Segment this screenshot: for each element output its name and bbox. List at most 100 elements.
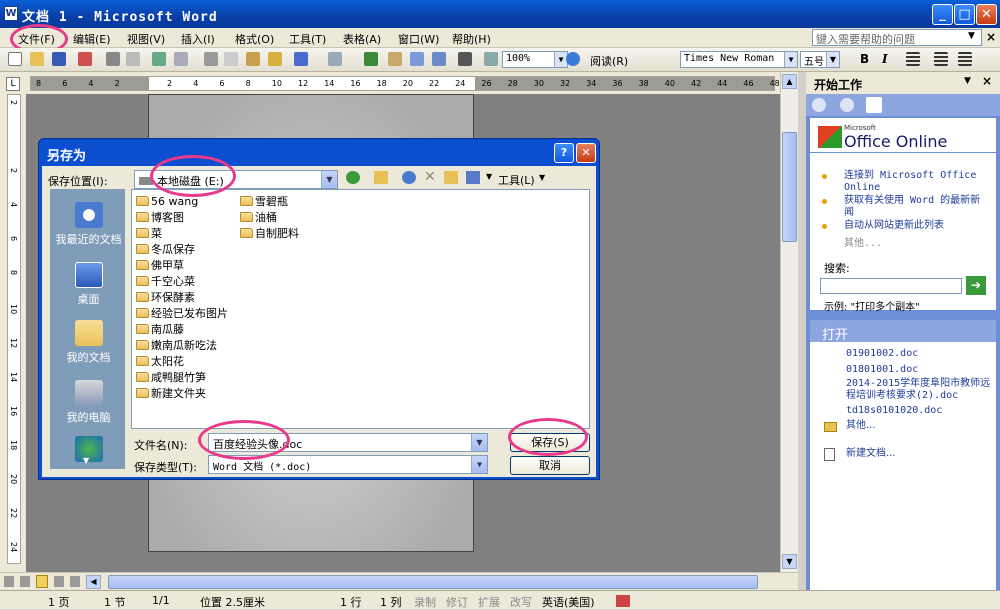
- print-preview-icon[interactable]: [126, 52, 140, 66]
- search-go-icon[interactable]: ➔: [966, 276, 986, 295]
- hyperlink-icon[interactable]: [364, 52, 378, 66]
- views-dropdown-icon[interactable]: ▼: [486, 172, 492, 181]
- status-trk[interactable]: 修订: [446, 594, 468, 610]
- place-recent[interactable]: 我最近的文档: [51, 202, 126, 247]
- print-icon[interactable]: [106, 52, 120, 66]
- folder-item[interactable]: 冬瓜保存: [136, 242, 195, 258]
- folder-item[interactable]: 太阳花: [136, 354, 184, 370]
- undo-icon[interactable]: [294, 52, 308, 66]
- link-latest-news[interactable]: 获取有关使用 Word 的最新新闻: [844, 195, 990, 219]
- back-icon[interactable]: [812, 98, 826, 112]
- folder-item[interactable]: 经验已发布图片: [136, 306, 228, 322]
- bold-button[interactable]: B: [860, 52, 869, 66]
- menu-insert[interactable]: 插入(I): [181, 31, 215, 47]
- up-folder-icon[interactable]: [374, 171, 388, 184]
- folder-item[interactable]: 自制肥料: [240, 226, 299, 242]
- recent-file[interactable]: 01801001.doc: [846, 364, 918, 376]
- folder-item[interactable]: 千空心菜: [136, 274, 195, 290]
- file-list[interactable]: 56 wang 博客图菜冬瓜保存 佛甲草 千空心菜 环保酵素 经验已发布图片 南瓜藤 嫩南瓜新…: [131, 189, 590, 429]
- vertical-scrollbar[interactable]: ▲ ▼: [780, 72, 798, 572]
- folder-item[interactable]: 嫩南瓜新吃法: [136, 338, 217, 354]
- normal-view-icon[interactable]: [4, 576, 14, 587]
- open-more[interactable]: 其他...: [846, 420, 876, 432]
- task-pane-close-icon[interactable]: ×: [982, 74, 992, 88]
- new-doc-icon[interactable]: [8, 52, 22, 66]
- new-folder-icon[interactable]: [444, 171, 458, 184]
- font-size-select[interactable]: 五号 ▼: [800, 51, 840, 68]
- delete-icon[interactable]: ✕: [424, 169, 436, 185]
- status-ext[interactable]: 扩展: [478, 594, 500, 610]
- maximize-button[interactable]: □: [954, 4, 975, 25]
- outline-view-icon[interactable]: [54, 576, 64, 587]
- hscroll-thumb[interactable]: [108, 575, 758, 589]
- place-my-documents[interactable]: 我的文档: [51, 320, 126, 365]
- minimize-button[interactable]: _: [932, 4, 953, 25]
- columns-icon[interactable]: [458, 52, 472, 66]
- paste-icon[interactable]: [246, 52, 260, 66]
- folder-item[interactable]: 环保酵素: [136, 290, 195, 306]
- insert-table-icon[interactable]: [410, 52, 424, 66]
- redo-icon[interactable]: [328, 52, 342, 66]
- menu-view[interactable]: 视图(V): [127, 31, 165, 47]
- tools-menu[interactable]: 工具(L): [498, 172, 535, 188]
- menu-help[interactable]: 帮助(H): [452, 31, 491, 47]
- recent-file[interactable]: td18s0101020.doc: [846, 405, 942, 417]
- folder-item[interactable]: 菜: [136, 226, 162, 242]
- scroll-left-icon[interactable]: ◀: [86, 575, 101, 589]
- folder-item[interactable]: 南瓜藤: [136, 322, 184, 338]
- tables-borders-icon[interactable]: [388, 52, 402, 66]
- link-more[interactable]: 其他...: [844, 238, 882, 250]
- help-icon[interactable]: [566, 52, 580, 66]
- zoom-select[interactable]: 100% ▼: [502, 51, 568, 68]
- insert-excel-icon[interactable]: [432, 52, 446, 66]
- align-center-icon[interactable]: [906, 52, 920, 66]
- scroll-thumb[interactable]: [782, 132, 797, 242]
- menu-table[interactable]: 表格(A): [343, 31, 381, 47]
- status-ovr[interactable]: 改写: [510, 594, 532, 610]
- folder-item[interactable]: 油桶: [240, 210, 277, 226]
- research-icon[interactable]: [174, 52, 188, 66]
- task-pane-dropdown-icon[interactable]: ▼: [964, 76, 971, 86]
- horizontal-scrollbar[interactable]: ◀: [0, 572, 798, 590]
- new-document-link[interactable]: 新建文档...: [846, 448, 896, 460]
- spelling-status-icon[interactable]: [616, 595, 630, 607]
- web-view-icon[interactable]: [20, 576, 30, 587]
- home-icon[interactable]: [866, 97, 882, 113]
- drawing-icon[interactable]: [484, 52, 498, 66]
- numbering-icon[interactable]: [934, 52, 948, 66]
- menu-edit[interactable]: 编辑(E): [73, 31, 111, 47]
- recent-file[interactable]: 01901002.doc: [846, 348, 918, 360]
- reading-view-icon[interactable]: [70, 576, 80, 587]
- recent-file[interactable]: 2014-2015学年度阜阳市教师远程培训考核要求(2).doc: [846, 378, 992, 402]
- tools-dropdown-icon[interactable]: ▼: [539, 173, 545, 182]
- menu-window[interactable]: 窗口(W): [398, 31, 439, 47]
- search-web-icon[interactable]: [402, 171, 416, 184]
- places-scroll-icon[interactable]: ▼: [83, 456, 89, 465]
- italic-button[interactable]: I: [882, 52, 888, 66]
- place-desktop[interactable]: 桌面: [51, 262, 126, 307]
- place-my-computer[interactable]: 我的电脑: [51, 380, 126, 425]
- link-auto-update[interactable]: 自动从网站更新此列表: [844, 220, 990, 232]
- folder-item[interactable]: 佛甲草: [136, 258, 184, 274]
- copy-icon[interactable]: [224, 52, 238, 66]
- forward-icon[interactable]: [840, 98, 854, 112]
- help-dropdown-icon[interactable]: ▼: [968, 31, 975, 41]
- font-select[interactable]: Times New Roman ▼: [680, 51, 798, 68]
- permission-icon[interactable]: [78, 52, 92, 66]
- folder-item[interactable]: 新建文件夹: [136, 386, 206, 402]
- doc-close-icon[interactable]: ×: [986, 30, 996, 44]
- read-mode-button[interactable]: 阅读(R): [590, 53, 628, 69]
- link-office-online[interactable]: 连接到 Microsoft Office Online: [844, 170, 990, 194]
- scroll-up-icon[interactable]: ▲: [782, 74, 797, 89]
- help-search-input[interactable]: 键入需要帮助的问题: [812, 29, 982, 46]
- dialog-help-button[interactable]: ?: [554, 143, 574, 163]
- format-painter-icon[interactable]: [268, 52, 282, 66]
- cut-icon[interactable]: [204, 52, 218, 66]
- menu-tools[interactable]: 工具(T): [289, 31, 326, 47]
- status-rec[interactable]: 录制: [414, 594, 436, 610]
- cancel-button[interactable]: 取消: [510, 456, 590, 475]
- back-icon[interactable]: [346, 171, 360, 184]
- folder-item[interactable]: 咸鸭腿竹笋: [136, 370, 206, 386]
- close-button[interactable]: ✕: [976, 4, 997, 25]
- spelling-icon[interactable]: [152, 52, 166, 66]
